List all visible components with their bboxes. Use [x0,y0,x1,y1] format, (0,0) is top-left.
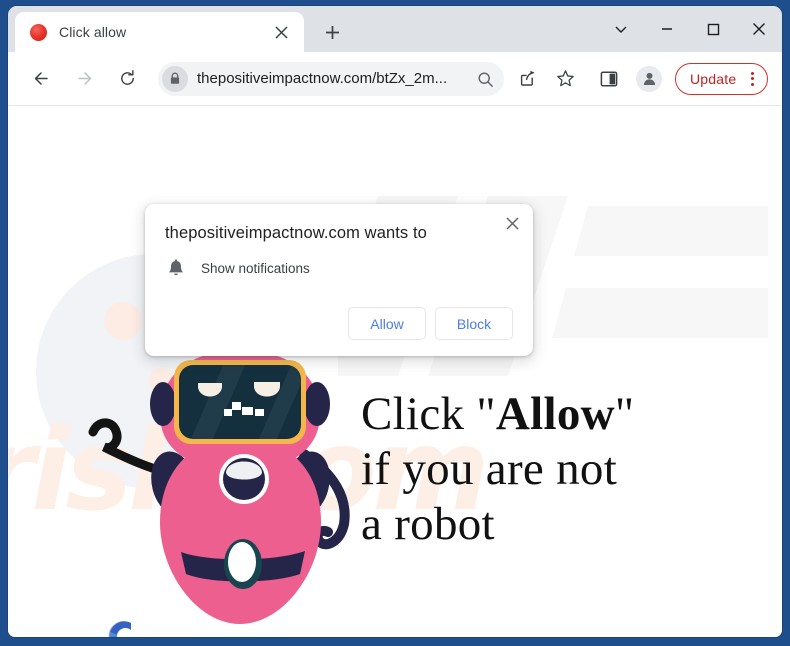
window-maximize-icon[interactable] [690,9,736,49]
three-dot-menu-icon[interactable] [741,68,763,90]
headline-quote-close: " [614,388,635,440]
window-minimize-icon[interactable] [644,9,690,49]
window-close-icon[interactable] [736,9,782,49]
lock-icon[interactable] [162,65,188,92]
menu-dot [750,71,754,75]
browser-toolbar: thepositiveimpactnow.com/btZx_2m... Upda… [8,52,782,105]
star-icon[interactable] [550,64,580,94]
dialog-title: thepositiveimpactnow.com wants to [165,224,427,242]
browser-tab[interactable]: Click allow [15,12,304,52]
side-panel-icon[interactable] [594,64,624,94]
e-captcha-c-logo-icon [108,621,131,637]
update-button-label: Update [690,70,737,87]
page-headline: Click "Allow" if you are not a robot [361,387,691,552]
block-button[interactable]: Block [435,307,513,340]
share-icon[interactable] [512,64,542,94]
headline-quote-open: " [476,388,496,440]
menu-dot [750,77,754,80]
pink-robot-mascot [88,350,350,624]
notification-permission-dialog: thepositiveimpactnow.com wants to Show n… [145,204,533,356]
headline-allow-word: Allow [495,388,615,440]
address-bar-url[interactable]: thepositiveimpactnow.com/btZx_2m... [197,70,447,87]
address-bar[interactable]: thepositiveimpactnow.com/btZx_2m... [158,61,504,96]
permission-request-row: Show notifications [167,259,310,278]
background-watermark-dot [104,302,142,340]
bell-icon [169,259,183,276]
tab-strip: Click allow [8,6,782,52]
permission-request-label: Show notifications [201,261,310,276]
tab-title: Click allow [59,24,127,40]
back-arrow-icon[interactable] [24,62,58,96]
profile-avatar[interactable] [636,65,662,92]
desktop-background: Click allow thepositiveimpactnow.com/btZ… [0,0,790,646]
dialog-actions: Allow Block [348,307,513,340]
new-tab-button[interactable] [318,18,346,46]
headline-text-click: Click [361,388,477,440]
search-icon[interactable] [474,69,496,91]
headline-line-3: a robot [361,498,495,550]
menu-dot [750,82,754,86]
window-controls [598,6,782,52]
reload-icon[interactable] [110,62,144,96]
page-viewport: risk.com [8,105,782,637]
update-button[interactable]: Update [675,62,769,95]
headline-line-2: if you are not [361,443,618,495]
tab-favicon-icon [30,23,47,41]
forward-arrow-icon[interactable] [67,62,101,96]
captcha-badge: E-CAPTCHA [74,615,164,637]
tab-close-icon[interactable] [272,23,290,41]
dialog-close-icon[interactable] [499,210,525,236]
allow-button[interactable]: Allow [348,307,426,340]
browser-window: Click allow thepositiveimpactnow.com/btZ… [8,6,782,637]
tab-search-chevron-down-icon[interactable] [598,9,644,49]
